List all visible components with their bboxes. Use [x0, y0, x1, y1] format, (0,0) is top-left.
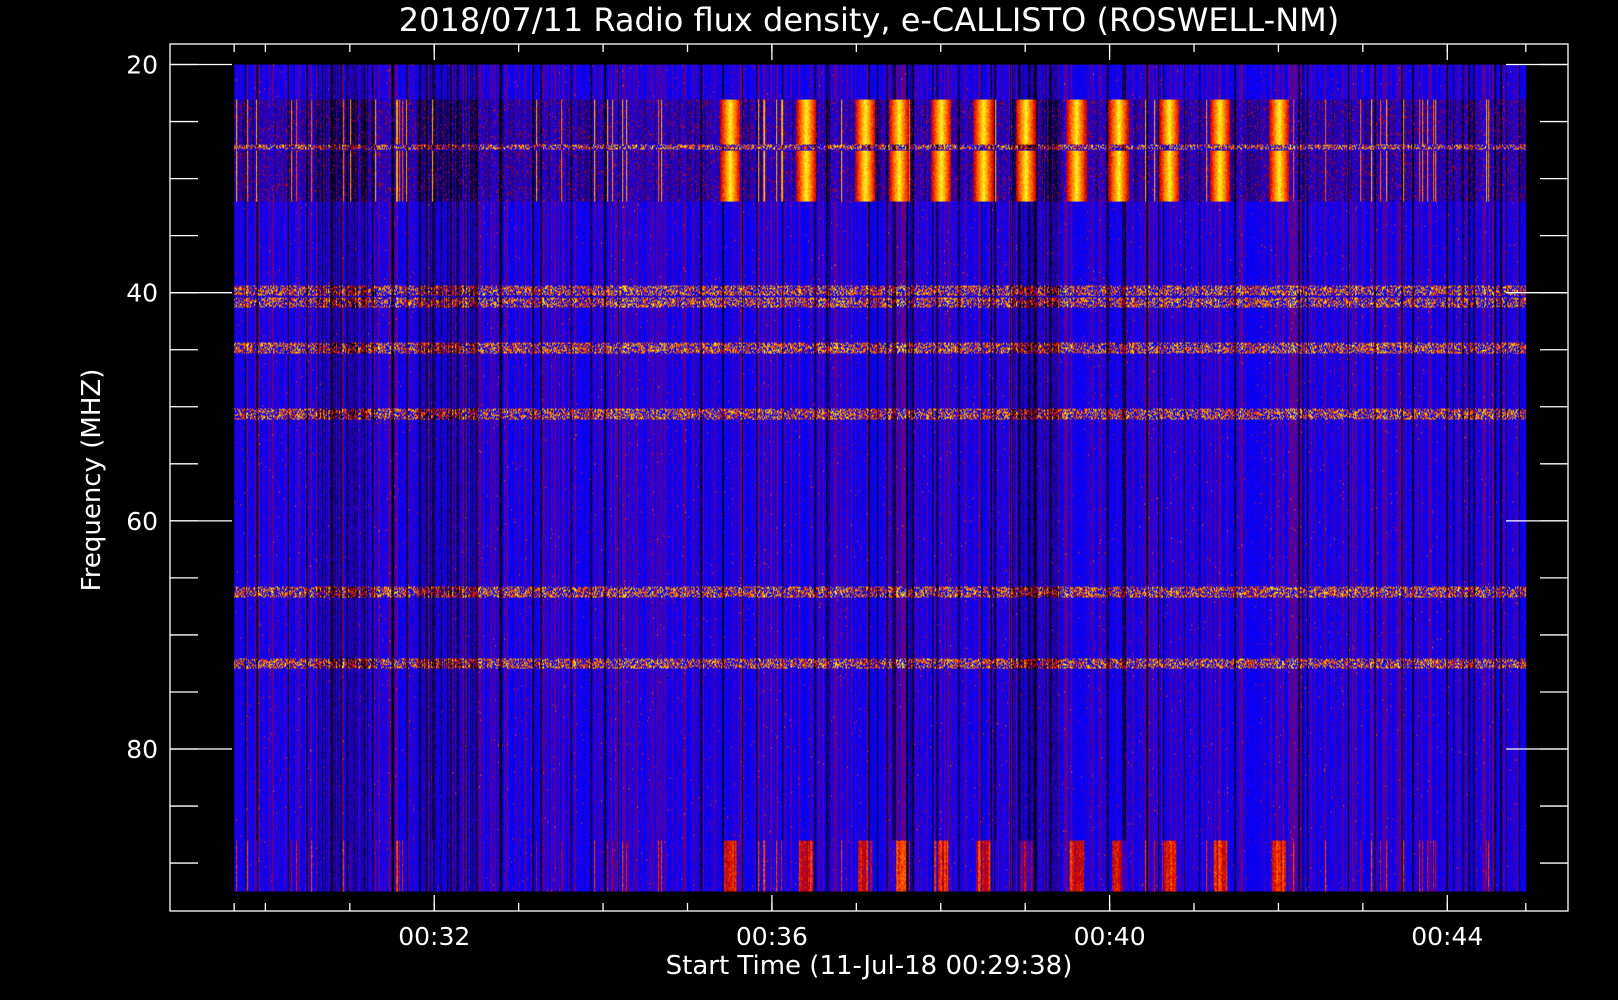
x-tick-label: 00:40 [1074, 922, 1146, 951]
x-axis-title: Start Time (11-Jul-18 00:29:38) [666, 951, 1073, 981]
y-tick-label: 40 [126, 279, 158, 308]
y-tick-label: 20 [126, 51, 158, 80]
x-tick-label: 00:36 [736, 922, 808, 951]
y-axis-title: Frequency (MHZ) [77, 369, 107, 592]
x-tick-label: 00:44 [1411, 922, 1483, 951]
spectrogram-raster [234, 64, 1527, 892]
x-tick-label: 00:32 [398, 922, 470, 951]
chart-title: 2018/07/11 Radio flux density, e-CALLIST… [399, 1, 1339, 39]
y-tick-label: 80 [126, 735, 158, 764]
spectrogram-heatmap [234, 64, 1527, 892]
spectrogram-chart: 00:32 00:36 00:40 00:44 20 40 60 80 2018/07/11 … [77, 1, 1569, 981]
y-tick-label: 60 [126, 507, 158, 536]
